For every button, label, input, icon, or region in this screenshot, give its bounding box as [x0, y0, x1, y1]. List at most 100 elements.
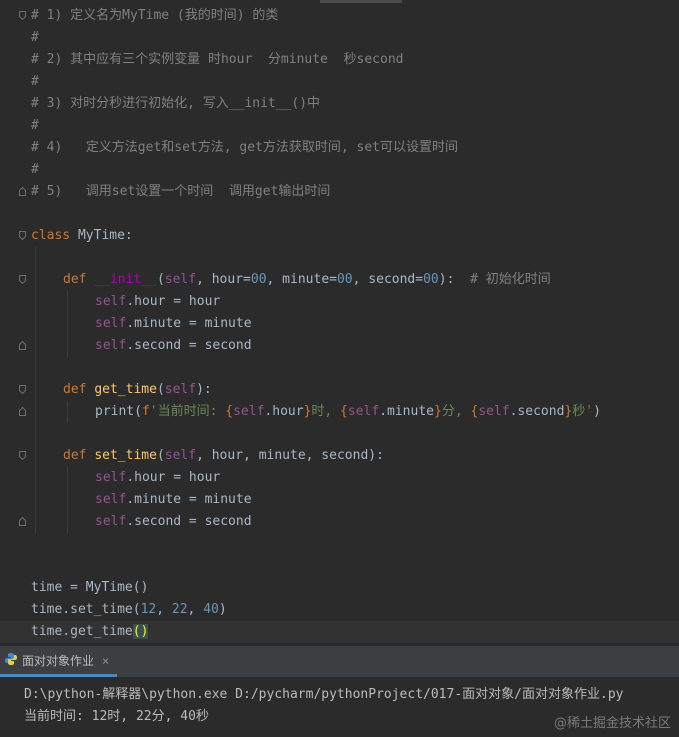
code-line[interactable]: # 1) 定义名为MyTime (我的时间) 的类 [0, 5, 679, 27]
code-line[interactable] [0, 423, 679, 445]
code-line[interactable]: # 4) 定义方法get和set方法, get方法获取时间, set可以设置时间 [0, 137, 679, 159]
run-tab[interactable]: 面对对象作业 × [0, 647, 118, 677]
code-token: ( [156, 448, 165, 463]
code-line[interactable]: def get_time(self): [0, 379, 679, 401]
code-token: time.set_time( [31, 602, 141, 617]
code-line[interactable]: self.minute = minute [0, 489, 679, 511]
indent-guide [35, 247, 36, 533]
code-token: # 5) 调用set设置一个时间 调用get输出时间 [31, 184, 331, 199]
code-line[interactable] [0, 533, 679, 555]
code-token: self [233, 404, 265, 419]
code-line[interactable] [0, 247, 679, 269]
code-token: () [132, 624, 149, 639]
code-text: def get_time(self): [63, 379, 212, 401]
code-token: .second [509, 404, 565, 419]
code-line[interactable]: time.get_time() [0, 621, 679, 643]
code-line[interactable]: # [0, 159, 679, 181]
code-text: time.set_time(12, 22, 40) [31, 599, 227, 621]
run-tab-label: 面对对象作业 [22, 654, 95, 668]
console-command-line: D:\python-解释器\python.exe D:/pycharm/pyth… [24, 687, 624, 702]
code-token: def [63, 272, 95, 287]
code-token: print( [95, 404, 142, 419]
code-line[interactable]: self.hour = hour [0, 467, 679, 489]
close-icon[interactable]: × [102, 654, 109, 668]
code-line[interactable]: self.hour = hour [0, 291, 679, 313]
code-line[interactable] [0, 357, 679, 379]
code-token: 12 [140, 602, 157, 617]
code-text: # [31, 115, 39, 137]
fold-end-icon[interactable] [19, 187, 26, 196]
fold-start-icon[interactable] [19, 451, 26, 460]
code-token: __init__ [94, 272, 157, 287]
code-token: self [164, 382, 197, 397]
code-line[interactable]: # 5) 调用set设置一个时间 调用get输出时间 [0, 181, 679, 203]
code-token: # [31, 30, 39, 45]
code-line[interactable]: self.minute = minute [0, 313, 679, 335]
code-text: time.get_time() [31, 621, 149, 643]
code-token: self [95, 492, 127, 507]
code-token: '当前时间: [149, 404, 226, 419]
code-line[interactable]: print(f'当前时间: {self.hour}时, {self.minute… [0, 401, 679, 423]
code-token: class [31, 228, 78, 243]
code-line[interactable] [0, 203, 679, 225]
code-text: # 5) 调用set设置一个时间 调用get输出时间 [31, 181, 330, 203]
code-text: self.hour = hour [95, 467, 220, 489]
code-line[interactable]: def __init__(self, hour=00, minute=00, s… [0, 269, 679, 291]
indent-guide [67, 401, 68, 423]
code-token: self [95, 338, 127, 353]
code-token: .hour = hour [126, 470, 221, 485]
code-token: , minute= [266, 272, 337, 287]
fold-start-icon[interactable] [19, 11, 26, 20]
code-token: ( [156, 382, 165, 397]
code-line[interactable]: # 2) 其中应有三个实例变量 时hour 分minute 秒second [0, 49, 679, 71]
code-token: time = MyTime() [31, 580, 149, 595]
code-text: self.second = second [95, 511, 252, 533]
code-token: # [31, 74, 39, 89]
fold-end-icon[interactable] [19, 341, 26, 350]
code-token: , second= [352, 272, 424, 287]
code-line[interactable]: # 3) 对时分秒进行初始化, 写入__init__()中 [0, 93, 679, 115]
code-line[interactable]: time = MyTime() [0, 577, 679, 599]
code-line[interactable]: # [0, 27, 679, 49]
code-token: 时, [311, 404, 341, 419]
code-line[interactable]: class MyTime: [0, 225, 679, 247]
code-token: get_time [94, 382, 157, 397]
code-token: 00 [336, 272, 353, 287]
code-token: , [156, 602, 172, 617]
code-token: f [141, 404, 150, 419]
code-token: set_time [94, 448, 157, 463]
code-token: def [63, 382, 95, 397]
code-text: # 4) 定义方法get和set方法, get方法获取时间, set可以设置时间 [31, 137, 458, 159]
code-token: self [95, 316, 127, 331]
code-line[interactable]: self.second = second [0, 511, 679, 533]
code-editor[interactable]: # 1) 定义名为MyTime (我的时间) 的类 # # 2) 其中应有三个实例变… [0, 0, 679, 646]
code-text: def __init__(self, hour=00, minute=00, s… [63, 269, 551, 291]
fold-end-icon[interactable] [19, 517, 26, 526]
code-text: def set_time(self, hour, minute, second)… [63, 445, 384, 467]
code-line[interactable]: time.set_time(12, 22, 40) [0, 599, 679, 621]
code-token: 秒' [572, 404, 594, 419]
code-token: # 1) 定义名为MyTime (我的时间) 的类 [31, 8, 279, 23]
code-line[interactable]: # [0, 71, 679, 93]
code-line[interactable]: # [0, 115, 679, 137]
code-text: # 1) 定义名为MyTime (我的时间) 的类 [31, 5, 278, 27]
code-token: # [31, 162, 39, 177]
code-text: time = MyTime() [31, 577, 148, 599]
code-text: # [31, 27, 39, 49]
fold-end-icon[interactable] [19, 407, 26, 416]
code-text: self.second = second [95, 335, 252, 357]
code-token: .minute = minute [126, 316, 252, 331]
code-token: # 2) 其中应有三个实例变量 时hour 分minute 秒second [31, 52, 404, 67]
fold-start-icon[interactable] [19, 385, 26, 394]
code-token: .hour = hour [126, 294, 221, 309]
code-line[interactable] [0, 555, 679, 577]
code-token: # 3) 对时分秒进行初始化, 写入__init__()中 [31, 96, 321, 111]
code-line[interactable]: def set_time(self, hour, minute, second)… [0, 445, 679, 467]
code-token: # 4) 定义方法get和set方法, get方法获取时间, set可以设置时间 [31, 140, 459, 155]
fold-start-icon[interactable] [19, 231, 26, 240]
code-token: 22 [171, 602, 188, 617]
code-token: self [164, 448, 197, 463]
code-line[interactable]: self.second = second [0, 335, 679, 357]
fold-start-icon[interactable] [19, 275, 26, 284]
indent-guide [67, 467, 68, 533]
